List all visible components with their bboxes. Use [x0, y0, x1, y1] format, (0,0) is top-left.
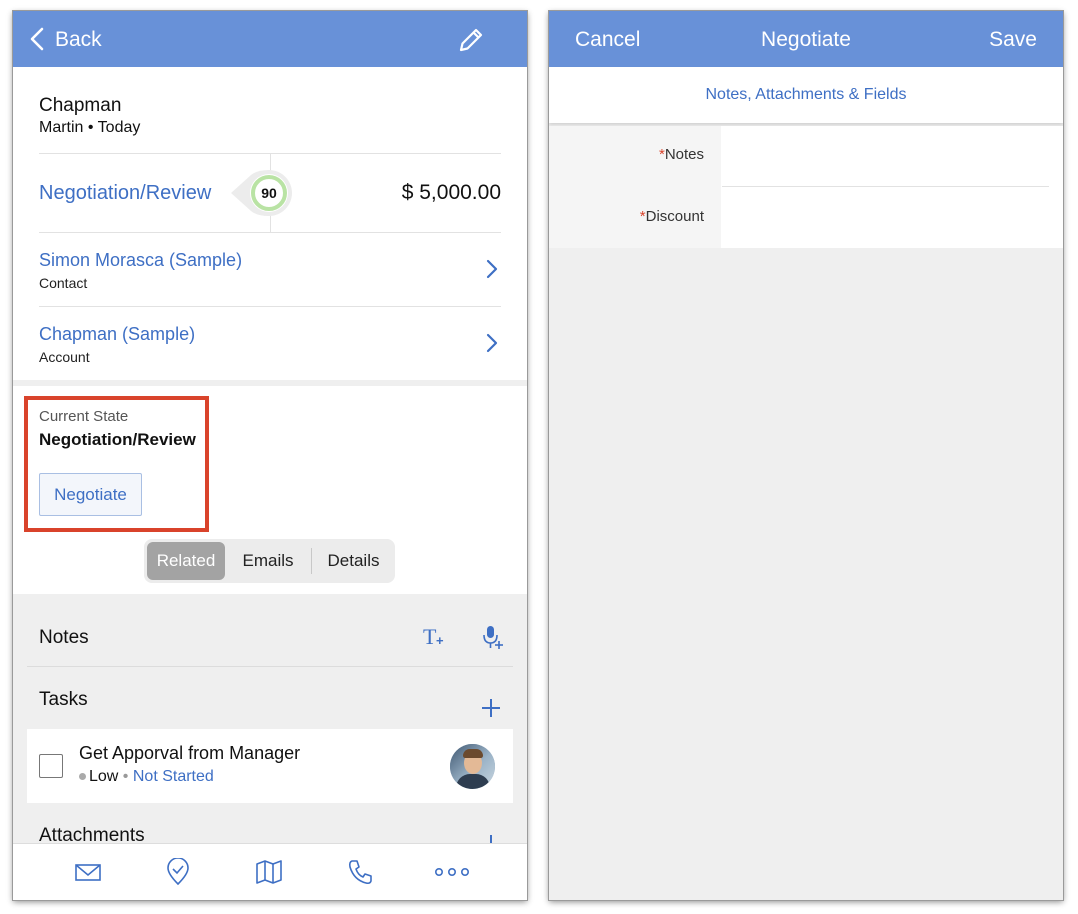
negotiate-form-screen: Cancel Negotiate Save Notes, Attachments… — [549, 11, 1063, 900]
text-t-glyph: T — [423, 624, 437, 649]
related-area: Notes T + Tasks Get Apporval from Manage… — [13, 594, 527, 853]
contact-type: Contact — [39, 275, 88, 291]
highlight-box — [24, 396, 209, 532]
discount-label-text: Discount — [645, 208, 704, 225]
more-icon[interactable] — [433, 858, 471, 886]
probability-value: 90 — [261, 185, 277, 201]
form-fields: *Notes *Discount — [549, 126, 1063, 248]
task-status: Not Started — [132, 768, 214, 785]
discount-input[interactable] — [722, 187, 1049, 248]
back-button[interactable]: Back — [27, 11, 127, 67]
field-label-column — [549, 126, 721, 248]
tab-details[interactable]: Details — [312, 539, 395, 583]
task-title: Get Apporval from Manager — [79, 743, 301, 763]
chevron-right-icon — [486, 333, 498, 353]
notes-field-label: *Notes — [549, 146, 704, 163]
account-row[interactable]: Chapman (Sample) Account — [39, 307, 501, 379]
task-checkbox[interactable] — [39, 754, 63, 778]
tab-related[interactable]: Related — [147, 542, 225, 580]
probability-indicator: 90 — [229, 167, 297, 219]
map-icon[interactable] — [255, 858, 283, 886]
task-priority: Low — [89, 768, 119, 785]
assignee-avatar — [450, 744, 495, 789]
top-navigation-bar: Cancel Negotiate Save — [549, 11, 1063, 67]
record-date: Today — [97, 119, 141, 136]
add-text-note-icon[interactable]: T + — [423, 624, 447, 650]
add-task-icon[interactable] — [481, 698, 501, 718]
back-label: Back — [55, 28, 102, 51]
avatar-hair — [463, 749, 483, 758]
stage-link[interactable]: Negotiation/Review — [39, 182, 211, 205]
owner-name: Martin — [39, 119, 84, 136]
contact-row[interactable]: Simon Morasca (Sample) Contact — [39, 233, 501, 306]
add-voice-note-icon[interactable] — [482, 624, 504, 650]
notes-label-text: Notes — [664, 146, 704, 163]
avatar-body — [456, 774, 490, 789]
mail-icon[interactable] — [74, 858, 102, 886]
task-meta: Low • Not Started — [79, 768, 214, 786]
account-type: Account — [39, 349, 90, 365]
tasks-section-title: Tasks — [39, 689, 88, 710]
record-detail-screen: Back Chapman Martin • Today Negotiation/… — [13, 11, 527, 900]
record-name: Chapman — [39, 95, 122, 116]
account-name[interactable]: Chapman (Sample) — [39, 324, 195, 345]
phone-icon[interactable] — [346, 858, 374, 886]
amount-value: $ 5,000.00 — [401, 181, 501, 204]
bottom-toolbar — [13, 843, 527, 900]
notes-section-title: Notes — [39, 627, 89, 648]
subheader-link[interactable]: Notes, Attachments & Fields — [549, 86, 1063, 104]
notes-input[interactable] — [722, 126, 1049, 186]
priority-dot-icon — [79, 773, 86, 781]
section-gap — [13, 380, 527, 386]
chevron-right-icon — [486, 259, 498, 279]
plus-glyph: + — [436, 633, 444, 648]
record-owner-line: Martin • Today — [39, 119, 140, 137]
segmented-control: Related Emails Details — [144, 539, 395, 583]
chevron-left-icon — [30, 27, 44, 51]
divider — [27, 666, 513, 667]
screen-title: Negotiate — [761, 28, 851, 51]
save-button[interactable]: Save — [989, 11, 1037, 68]
tab-emails[interactable]: Emails — [226, 539, 310, 583]
dot-separator: • — [87, 119, 98, 136]
dot-separator: • — [118, 768, 133, 785]
discount-field-label: *Discount — [549, 208, 704, 225]
checkin-icon[interactable] — [164, 858, 192, 886]
task-row[interactable]: Get Apporval from Manager Low • Not Star… — [27, 729, 513, 803]
pencil-icon[interactable] — [457, 26, 485, 54]
subheader-bar: Notes, Attachments & Fields — [549, 67, 1063, 123]
contact-name[interactable]: Simon Morasca (Sample) — [39, 250, 242, 271]
top-navigation-bar: Back — [13, 11, 527, 67]
